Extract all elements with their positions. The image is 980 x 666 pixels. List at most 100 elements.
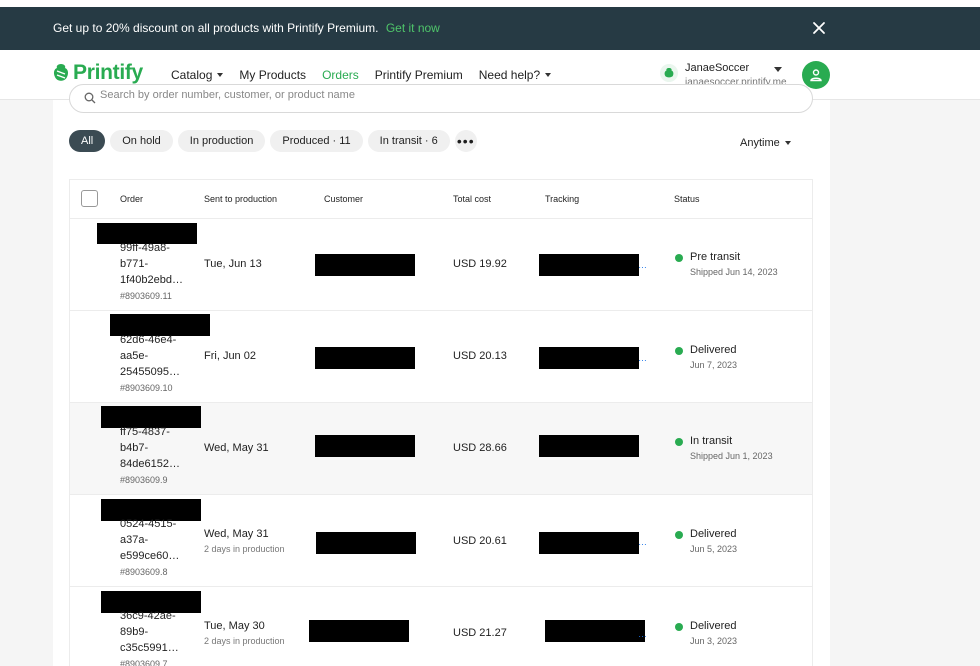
more-filters-button[interactable]: ••• bbox=[454, 130, 477, 152]
sent-date: Wed, May 31 bbox=[204, 442, 269, 454]
promo-text: Get up to 20% discount on all products w… bbox=[53, 21, 440, 35]
sent-date: Tue, Jun 13 bbox=[204, 258, 262, 270]
header-total-cost: Total cost bbox=[453, 194, 492, 204]
top-strip bbox=[0, 0, 980, 7]
total-cost: USD 28.66 bbox=[453, 442, 507, 454]
redacted-customer bbox=[315, 347, 415, 369]
header-order: Order bbox=[120, 194, 144, 204]
filter-in-transit[interactable]: In transit · 6 bbox=[367, 130, 450, 152]
order-id-line: e599ce60… bbox=[120, 550, 180, 562]
promo-message: Get up to 20% discount on all products w… bbox=[53, 21, 379, 35]
redacted-tracking bbox=[545, 620, 645, 642]
order-id-line: 99ff-49a8- bbox=[120, 242, 170, 254]
order-id-line: a37a- bbox=[120, 534, 149, 546]
status-label: Delivered bbox=[690, 344, 737, 356]
chevron-down-icon bbox=[545, 73, 552, 77]
redacted-tracking bbox=[539, 435, 639, 457]
nav-need-help-label: Need help? bbox=[478, 68, 541, 82]
close-icon[interactable] bbox=[810, 19, 828, 37]
order-id-line: c35c5991… bbox=[120, 642, 179, 654]
status-detail: Jun 7, 2023 bbox=[690, 360, 738, 370]
order-id[interactable]: ff75-4837- b4b7- 84de6152… #8903609.9 bbox=[120, 424, 198, 488]
table-row[interactable]: 0524-4515- a37a- e599ce60… #8903609.8 We… bbox=[70, 495, 812, 587]
redacted-customer bbox=[315, 254, 415, 276]
order-id-line: 0524-4515- bbox=[120, 518, 177, 530]
order-id-line: 25455095… bbox=[120, 366, 180, 378]
order-id-line: b771- bbox=[120, 258, 149, 270]
status-label: Pre transit bbox=[690, 251, 741, 263]
order-number: #8903609.8 bbox=[120, 567, 168, 577]
order-id[interactable]: 0524-4515- a37a- e599ce60… #8903609.8 bbox=[120, 516, 198, 580]
tracking-link[interactable]: … bbox=[638, 537, 647, 547]
orders-table: Order Sent to production Customer Total … bbox=[69, 179, 813, 666]
status-detail: Shipped Jun 1, 2023 bbox=[690, 451, 773, 461]
status-detail: Jun 5, 2023 bbox=[690, 544, 738, 554]
filter-all[interactable]: All bbox=[69, 130, 106, 152]
order-id[interactable]: 99ff-49a8- b771- 1f40b2ebd… #8903609.11 bbox=[120, 240, 198, 304]
search-icon bbox=[84, 92, 96, 104]
filter-on-hold[interactable]: On hold bbox=[110, 130, 173, 152]
select-all-checkbox[interactable] bbox=[81, 190, 98, 207]
status-dot-icon bbox=[675, 623, 683, 631]
total-cost: USD 20.13 bbox=[453, 350, 507, 362]
header-tracking: Tracking bbox=[545, 194, 580, 204]
tracking-link[interactable]: … bbox=[638, 353, 647, 363]
status-label: Delivered bbox=[690, 528, 737, 540]
production-duration: 2 days in production bbox=[204, 544, 285, 554]
status-filter-chips: All On hold In production Produced · 11 … bbox=[69, 130, 482, 152]
date-filter-dropdown[interactable]: Anytime bbox=[740, 137, 791, 149]
promo-banner: Get up to 20% discount on all products w… bbox=[0, 7, 980, 50]
table-header: Order Sent to production Customer Total … bbox=[70, 180, 812, 219]
printify-logo-icon bbox=[53, 64, 69, 81]
status-dot-icon bbox=[675, 254, 683, 262]
filter-in-production[interactable]: In production bbox=[177, 130, 266, 152]
status-dot-icon bbox=[675, 347, 683, 355]
sent-date: Fri, Jun 02 bbox=[204, 350, 256, 362]
redacted-customer bbox=[316, 532, 416, 554]
redacted-tracking bbox=[539, 347, 639, 369]
order-id-line: aa5e- bbox=[120, 350, 149, 362]
order-number: #8903609.9 bbox=[120, 475, 168, 485]
redacted-tracking bbox=[539, 254, 639, 276]
chevron-down-icon bbox=[784, 141, 791, 145]
profile-button[interactable] bbox=[802, 61, 830, 89]
table-row[interactable]: 99ff-49a8- b771- 1f40b2ebd… #8903609.11 … bbox=[70, 219, 812, 311]
status-label: Delivered bbox=[690, 620, 737, 632]
total-cost: USD 20.61 bbox=[453, 535, 507, 547]
date-filter-label: Anytime bbox=[740, 137, 780, 149]
sent-date: Tue, May 30 bbox=[204, 620, 265, 632]
printify-logo[interactable]: Printify bbox=[52, 61, 143, 85]
header-sent-to-production: Sent to production bbox=[204, 194, 278, 204]
order-id-line: 36c9-42ae- bbox=[120, 610, 176, 622]
search-input[interactable] bbox=[100, 89, 700, 101]
logo-wordmark: Printify bbox=[73, 61, 143, 84]
redacted-customer bbox=[315, 435, 415, 457]
nav-printify-premium[interactable]: Printify Premium bbox=[375, 68, 463, 82]
table-row[interactable]: ff75-4837- b4b7- 84de6152… #8903609.9 We… bbox=[70, 403, 812, 495]
redacted-customer bbox=[309, 620, 409, 642]
nav-orders[interactable]: Orders bbox=[322, 68, 359, 82]
status-dot-icon bbox=[675, 438, 683, 446]
table-row[interactable]: 62d6-46e4- aa5e- 25455095… #8903609.10 F… bbox=[70, 311, 812, 403]
filter-produced[interactable]: Produced · 11 bbox=[270, 130, 363, 152]
order-id[interactable]: 36c9-42ae- 89b9- c35c5991… #8903609.7 bbox=[120, 608, 198, 666]
orders-panel: All On hold In production Produced · 11 … bbox=[53, 84, 830, 666]
order-id-line: ff75-4837- bbox=[120, 426, 170, 438]
order-id[interactable]: 62d6-46e4- aa5e- 25455095… #8903609.10 bbox=[120, 332, 198, 396]
nav-my-products[interactable]: My Products bbox=[239, 68, 306, 82]
tracking-link[interactable]: … bbox=[638, 260, 647, 270]
table-row[interactable]: 36c9-42ae- 89b9- c35c5991… #8903609.7 Tu… bbox=[70, 587, 812, 666]
order-id-line: 1f40b2ebd… bbox=[120, 274, 183, 286]
store-avatar-icon bbox=[660, 64, 678, 82]
tracking-link[interactable]: … bbox=[638, 629, 647, 639]
search-bar bbox=[69, 84, 813, 113]
nav-need-help[interactable]: Need help? bbox=[478, 68, 552, 82]
total-cost: USD 19.92 bbox=[453, 258, 507, 270]
order-id-line: b4b7- bbox=[120, 442, 149, 454]
total-cost: USD 21.27 bbox=[453, 627, 507, 639]
user-icon bbox=[810, 69, 822, 82]
production-duration: 2 days in production bbox=[204, 636, 285, 646]
promo-get-it-now-link[interactable]: Get it now bbox=[386, 21, 440, 35]
order-id-line: 84de6152… bbox=[120, 458, 180, 470]
nav-catalog[interactable]: Catalog bbox=[171, 68, 224, 82]
